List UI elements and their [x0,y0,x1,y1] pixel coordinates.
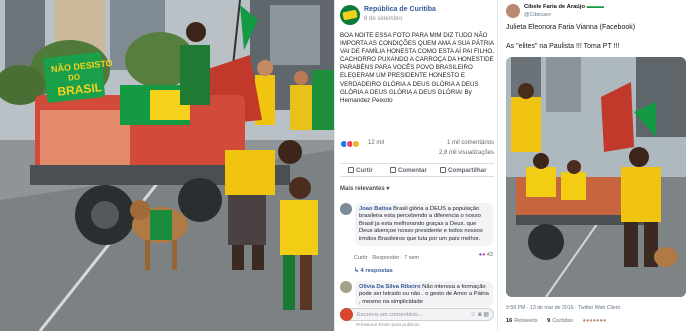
reply-arrow-icon: ↳ [354,268,359,274]
protest-photo: NÃO DESISTO DO BRASIL [0,0,334,331]
comment-meta[interactable]: Curtir · Responder · 7 sem [354,255,419,261]
tweet-avatar[interactable] [506,4,520,18]
liker-avatars[interactable]: ●●●●●●● [583,318,607,324]
post-stats: 12 mil 1 mil comentários 2,8 mil visuali… [340,139,494,161]
commenter-avatar[interactable] [340,281,352,293]
view-replies-link[interactable]: ↳ 4 respostas [354,268,393,274]
compose-hint: Pressione Enter para publicar. [356,323,421,328]
tweet-author-handle[interactable]: @Cibecare [524,12,551,18]
chevron-down-icon: ▾ [386,186,390,192]
comment-reactions[interactable]: ●● 43 [479,252,493,258]
tweet-author-name[interactable]: Cibele Faria de Araújo ▬▬▬ [524,4,604,10]
page-name-link[interactable]: República de Curitiba [364,6,436,13]
tweet-text-line-2: As "elites" na Paulista !!! Toma PT !!! [506,43,620,50]
comment-icon [390,167,396,173]
user-avatar [340,308,353,321]
author-name-text: Cibele Faria de Araújo [524,4,585,10]
comment-author[interactable]: Joao Batisa [359,206,392,212]
tweet-card: Cibele Faria de Araújo ▬▬▬ @Cibecare Jul… [497,0,700,331]
comment-reaction-count: 43 [486,252,493,258]
tweet-text-line-1: Julieta Eleonora Faria Vianna (Facebook) [506,24,636,31]
comment-sort-dropdown[interactable]: Mais relevantes ▾ [340,185,389,192]
post-text: BOA NOITE ESSA FOTO PARA MIM DIZ TUDO NÃ… [340,32,494,104]
retweets-label[interactable]: Retweets [514,318,537,324]
tweet-timestamp[interactable]: 9:58 PM - 13 de mar de 2016 · Twitter We… [506,305,620,311]
views-count: 2,8 mil visualizações [438,150,494,156]
retweets-count[interactable]: 16 [506,318,512,324]
comment-item: Olivia Da Silva Ribeiro Não interesa a f… [340,281,494,307]
likes-count[interactable]: 9 [547,318,550,324]
sign-line-2: DO [68,72,81,82]
facebook-post: República de Curitiba 8 de setembro BOA … [334,0,497,331]
comment-input[interactable]: Escreva um comentário... ☺ ◙ ▦ [340,308,494,321]
comment-author[interactable]: Olivia Da Silva Ribeiro [359,284,421,290]
share-label: Compartilhar [448,167,487,174]
protest-photo-illustration: NÃO DESISTO DO BRASIL [0,0,334,331]
likes-label[interactable]: Curtidas [552,318,573,324]
comment-bubble: Olivia Da Silva Ribeiro Não interesa a f… [355,281,493,307]
reactions-count[interactable]: 12 mil [368,140,384,146]
post-date[interactable]: 8 de setembro [364,16,402,22]
comment-bubble: Joao Batisa Brasil glória a DEUS a popul… [355,203,493,247]
love-reaction-icon: ● [482,252,486,258]
comment-button[interactable]: Comentar [390,167,427,174]
comments-count[interactable]: 1 mil comentários [447,140,494,146]
flag-emoji-icons: ▬▬▬ [586,4,605,10]
comment-placeholder: Escreva um comentário... [357,312,423,318]
comment-item: Joao Batisa Brasil glória a DEUS a popul… [340,203,494,259]
post-header: República de Curitiba 8 de setembro [340,5,495,27]
tweet-photo-illustration [506,57,686,297]
emoji-camera-gif-icons[interactable]: ☺ ◙ ▦ [470,311,489,318]
tweet-engagement: 16 Retweets 9 Curtidas ●●●●●●● [506,318,696,324]
comment-label: Comentar [398,167,427,174]
sort-label: Mais relevantes [340,186,385,192]
like-label: Curtir [356,167,373,174]
post-actions-bar: Curtir Comentar Compartilhar [340,163,494,177]
screenshot-composite: NÃO DESISTO DO BRASIL República de Curit… [0,0,700,331]
thumbs-up-icon [348,167,354,173]
like-button[interactable]: Curtir [348,167,373,174]
share-button[interactable]: Compartilhar [440,167,487,174]
tweet-photo[interactable] [506,57,686,297]
replies-label: 4 respostas [360,268,393,274]
page-avatar[interactable] [340,5,360,25]
wow-reaction-icon [352,140,360,148]
reaction-icons[interactable] [340,140,366,148]
commenter-avatar[interactable] [340,203,352,215]
share-icon [440,167,446,173]
